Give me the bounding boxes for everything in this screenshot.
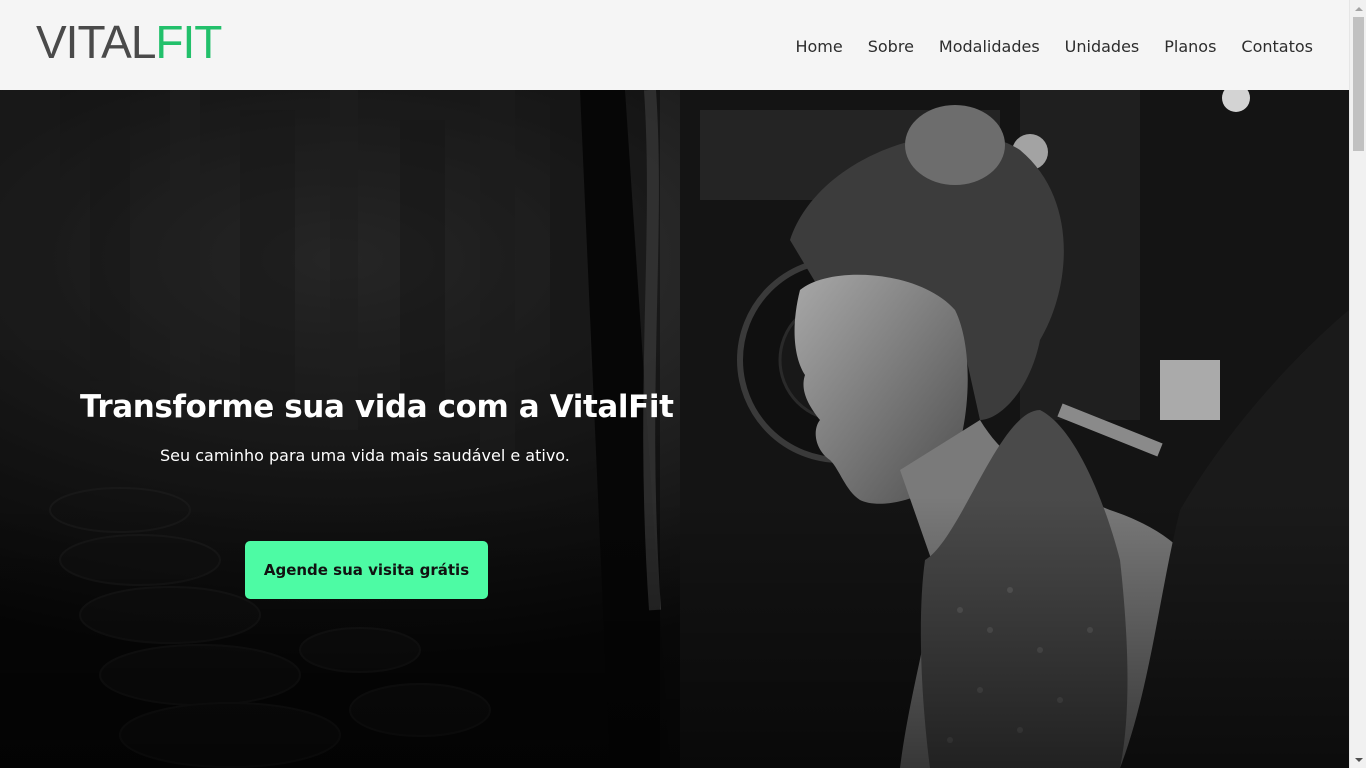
nav-link-home[interactable]: Home [795, 37, 842, 56]
nav-link-modalidades[interactable]: Modalidades [939, 37, 1040, 56]
hero-section: Transforme sua vida com a VitalFit Seu c… [0, 90, 1349, 768]
schedule-visit-button[interactable]: Agende sua visita grátis [245, 541, 488, 599]
nav-link-sobre[interactable]: Sobre [868, 37, 914, 56]
scroll-down-arrow-icon[interactable] [1350, 751, 1366, 768]
logo-fit-text: FIT [155, 16, 222, 68]
site-header: VITALFIT Home Sobre Modalidades Unidades… [0, 0, 1349, 90]
nav-link-planos[interactable]: Planos [1164, 37, 1216, 56]
main-nav: Home Sobre Modalidades Unidades Planos C… [770, 37, 1313, 56]
scroll-thumb[interactable] [1353, 17, 1364, 151]
logo[interactable]: VITALFIT [36, 16, 222, 68]
scroll-up-arrow-icon[interactable] [1350, 0, 1366, 17]
page: VITALFIT Home Sobre Modalidades Unidades… [0, 0, 1366, 768]
vertical-scrollbar[interactable] [1349, 0, 1366, 768]
logo-vital-text: VITAL [36, 16, 156, 68]
nav-link-contatos[interactable]: Contatos [1241, 37, 1313, 56]
hero-title: Transforme sua vida com a VitalFit [80, 388, 674, 425]
hero-background-image [0, 90, 1349, 768]
hero-subtitle: Seu caminho para uma vida mais saudável … [160, 446, 570, 465]
nav-link-unidades[interactable]: Unidades [1065, 37, 1140, 56]
